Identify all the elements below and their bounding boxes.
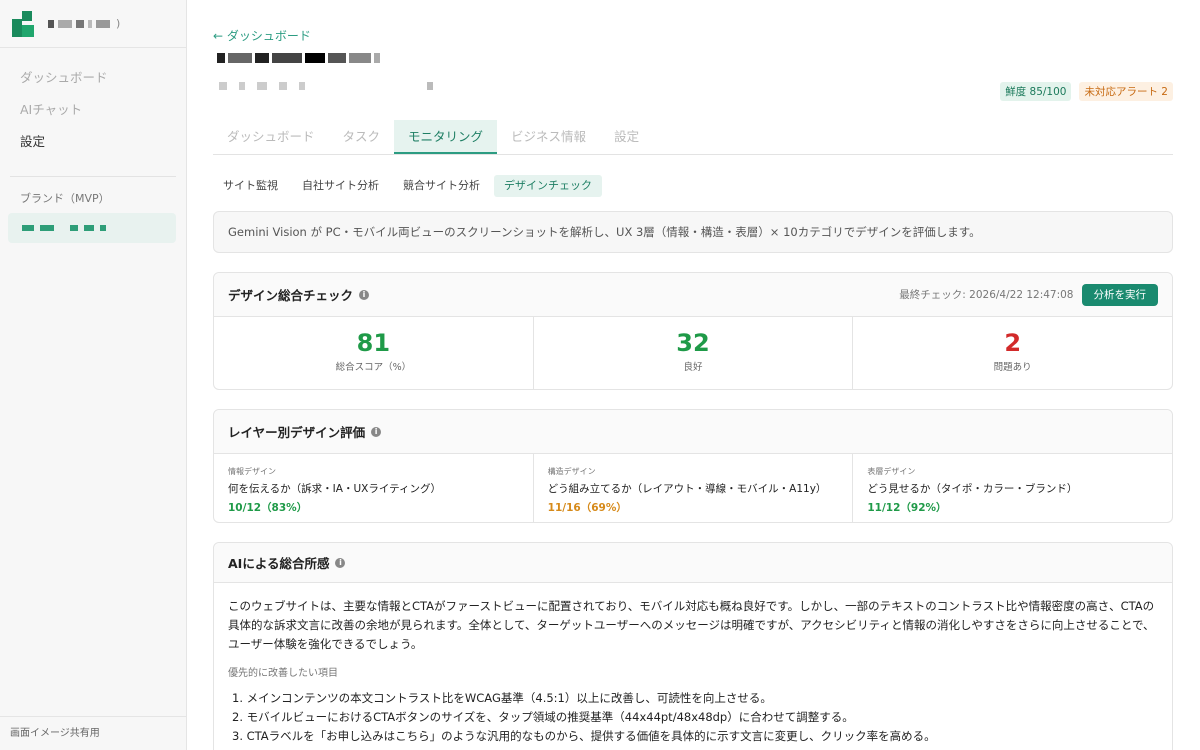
- layer-tag: 構造デザイン: [547, 467, 596, 476]
- stat-value: 81: [356, 329, 391, 357]
- info-icon[interactable]: i: [359, 289, 370, 300]
- design-overall-card: デザイン総合チェック i 最終チェック: 2026/4/22 12:47:08 …: [213, 272, 1173, 390]
- card-title: デザイン総合チェック: [228, 288, 354, 303]
- sidebar-item-dashboard[interactable]: ダッシュボード: [0, 62, 186, 94]
- layer-score: 11/12（92%）: [867, 502, 947, 514]
- card-title: AIによる総合所感: [228, 556, 330, 571]
- sidebar-item-settings[interactable]: 設定: [0, 126, 186, 158]
- page-subtitle-redacted: [219, 82, 433, 90]
- tab-tasks[interactable]: タスク: [329, 120, 395, 154]
- last-check-timestamp: 最終チェック: 2026/4/22 12:47:08: [899, 289, 1074, 301]
- priority-list: 1. メインコンテンツの本文コントラスト比をWCAG基準（4.5:1）以上に改善…: [228, 689, 1158, 746]
- layers-row: 情報デザイン 何を伝えるか（訴求・IA・UXライティング） 10/12（83%）…: [214, 454, 1172, 523]
- stat-label: 総合スコア（%）: [335, 362, 412, 373]
- subtab-site-monitoring[interactable]: サイト監視: [213, 175, 288, 197]
- back-to-dashboard-link[interactable]: ← ダッシュボード: [213, 27, 311, 44]
- tab-monitoring[interactable]: モニタリング: [394, 120, 498, 154]
- stat-label: 良好: [683, 362, 703, 373]
- stat-value: 2: [1004, 329, 1022, 357]
- info-banner: Gemini Vision が PC・モバイル両ビューのスクリーンショットを解析…: [213, 211, 1173, 253]
- sidebar-nav: ダッシュボード AIチャット 設定: [0, 48, 186, 158]
- layer-description: どう見せるか（タイポ・カラー・ブランド）: [867, 483, 1078, 495]
- brand-paren: ): [116, 17, 121, 30]
- tab-dashboard[interactable]: ダッシュボード: [213, 120, 329, 154]
- layer-description: どう組み立てるか（レイアウト・導線・モバイル・A11y）: [547, 483, 827, 495]
- priority-item: 1. メインコンテンツの本文コントラスト比をWCAG基準（4.5:1）以上に改善…: [232, 691, 772, 705]
- layer-description: 何を伝えるか（訴求・IA・UXライティング）: [228, 483, 442, 495]
- priority-label: 優先的に改善したい項目: [228, 668, 338, 679]
- layer-score: 10/12（83%）: [228, 502, 308, 514]
- layer-information[interactable]: 情報デザイン 何を伝えるか（訴求・IA・UXライティング） 10/12（83%）: [214, 454, 534, 523]
- sidebar-footer: 画面イメージ共有用: [0, 716, 186, 750]
- main-tabs: ダッシュボード タスク モニタリング ビジネス情報 設定: [213, 120, 1173, 155]
- subtab-own-site-analysis[interactable]: 自社サイト分析: [292, 175, 389, 197]
- ai-summary-body: このウェブサイトは、主要な情報とCTAがファーストビューに配置されており、モバイ…: [214, 583, 1172, 746]
- sidebar-item-ai-chat[interactable]: AIチャット: [0, 94, 186, 126]
- card-header: AIによる総合所感 i: [214, 543, 1172, 583]
- card-header: レイヤー別デザイン評価 i: [214, 410, 1172, 454]
- page-title-redacted: [217, 53, 417, 63]
- stat-label: 問題あり: [993, 362, 1032, 373]
- info-icon[interactable]: i: [335, 557, 346, 568]
- subtab-design-check[interactable]: デザインチェック: [494, 175, 602, 197]
- alert-badge[interactable]: 未対応アラート 2: [1079, 82, 1173, 101]
- ai-summary-text: このウェブサイトは、主要な情報とCTAがファーストビューに配置されており、モバイ…: [228, 599, 1155, 651]
- sidebar-item-project[interactable]: [8, 213, 176, 243]
- brand-header[interactable]: ): [0, 0, 186, 48]
- run-analysis-button[interactable]: 分析を実行: [1081, 283, 1158, 306]
- stat-issues: 2 問題あり: [853, 317, 1172, 390]
- info-icon[interactable]: i: [371, 426, 382, 437]
- card-title: レイヤー別デザイン評価: [228, 425, 366, 440]
- stat-good: 32 良好: [534, 317, 854, 390]
- stats-row: 81 総合スコア（%） 32 良好 2 問題あり: [214, 317, 1172, 390]
- layer-tag: 情報デザイン: [228, 467, 276, 476]
- ai-summary-card: AIによる総合所感 i このウェブサイトは、主要な情報とCTAがファーストビュー…: [213, 542, 1173, 750]
- sidebar: ) ダッシュボード AIチャット 設定 ブランド（MVP） 画面イメージ共有用: [0, 0, 187, 750]
- freshness-badge: 鮮度 85/100: [1000, 82, 1072, 101]
- sub-tabs: サイト監視 自社サイト分析 競合サイト分析 デザインチェック: [213, 175, 602, 197]
- sidebar-section-label: ブランド（MVP）: [20, 192, 110, 205]
- sidebar-divider: [10, 176, 176, 177]
- brand-logo: [12, 10, 38, 37]
- tab-settings[interactable]: 設定: [600, 120, 653, 154]
- layer-structure[interactable]: 構造デザイン どう組み立てるか（レイアウト・導線・モバイル・A11y） 11/1…: [534, 454, 854, 523]
- layer-score: 11/16（69%）: [547, 502, 627, 514]
- tab-business-info[interactable]: ビジネス情報: [497, 120, 600, 154]
- brand-name-redacted: [48, 19, 110, 28]
- subtab-competitor-analysis[interactable]: 競合サイト分析: [393, 175, 490, 197]
- priority-item: 3. CTAラベルを「お申し込みはこちら」のような汎用的なものから、提供する価値…: [232, 729, 936, 743]
- stat-total-score: 81 総合スコア（%）: [214, 317, 534, 390]
- layer-tag: 表層デザイン: [867, 467, 916, 476]
- layer-evaluation-card: レイヤー別デザイン評価 i 情報デザイン 何を伝えるか（訴求・IA・UXライティ…: [213, 409, 1173, 523]
- layer-surface[interactable]: 表層デザイン どう見せるか（タイポ・カラー・ブランド） 11/12（92%）: [853, 454, 1172, 523]
- priority-item: 2. モバイルビューにおけるCTAボタンのサイズを、タップ領域の推奨基準（44x…: [232, 710, 854, 724]
- card-header: デザイン総合チェック i 最終チェック: 2026/4/22 12:47:08 …: [214, 273, 1172, 317]
- stat-value: 32: [676, 329, 710, 357]
- header-badges: 鮮度 85/100 未対応アラート 2: [1000, 82, 1173, 101]
